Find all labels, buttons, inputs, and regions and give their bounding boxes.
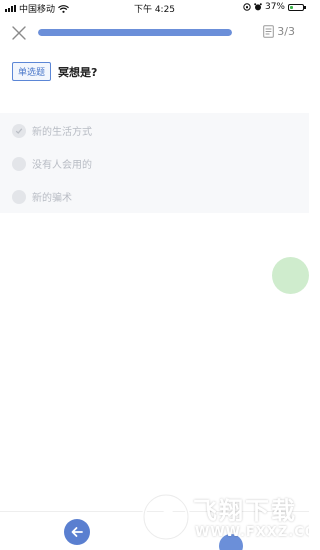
quiz-screen: 中国移动 下午 4:25 37% 3/3 单选题 冥想是? 新的生活方式 没有人… <box>0 0 309 550</box>
radio-icon[interactable] <box>12 189 26 204</box>
radio-checked-icon[interactable] <box>12 123 26 138</box>
option-item[interactable]: 新的生活方式 <box>12 123 92 138</box>
watermark-url: WWW.FXXZ.COM <box>195 525 309 540</box>
arrow-left-icon <box>71 527 83 537</box>
options-panel: 新的生活方式 没有人会用的 新的骗术 <box>0 113 309 213</box>
status-bar: 中国移动 下午 4:25 37% <box>0 0 309 16</box>
option-label: 新的生活方式 <box>32 127 92 138</box>
question: 单选题 冥想是? <box>12 62 97 81</box>
answer-sheet-icon[interactable] <box>263 25 275 38</box>
watermark: 飞翔下载 WWW.FXXZ.COM <box>141 489 309 547</box>
close-icon[interactable] <box>10 24 28 42</box>
question-type-badge: 单选题 <box>12 62 52 81</box>
option-item[interactable]: 新的骗术 <box>12 189 72 204</box>
battery-level <box>290 5 294 9</box>
option-item[interactable]: 没有人会用的 <box>12 156 92 171</box>
radio-icon[interactable] <box>12 156 26 171</box>
question-text: 冥想是? <box>58 65 98 79</box>
progress-fill <box>38 29 232 36</box>
floating-assistant-button[interactable] <box>272 257 309 294</box>
rotation-lock-icon <box>243 3 251 11</box>
quiz-header: 3/3 <box>0 18 309 50</box>
watermark-title: 飞翔下载 <box>193 497 297 525</box>
counter-text: 3/3 <box>277 25 295 38</box>
watermark-logo-icon <box>142 493 190 541</box>
battery-icon <box>288 3 306 11</box>
previous-button[interactable] <box>64 519 90 545</box>
battery-percent: 37% <box>264 2 285 12</box>
option-label: 没有人会用的 <box>32 160 92 171</box>
alarm-icon <box>254 3 262 11</box>
option-label: 新的骗术 <box>32 193 72 204</box>
question-counter: 3/3 <box>263 25 295 38</box>
status-right: 37% <box>243 2 306 12</box>
progress-bar <box>38 29 232 36</box>
